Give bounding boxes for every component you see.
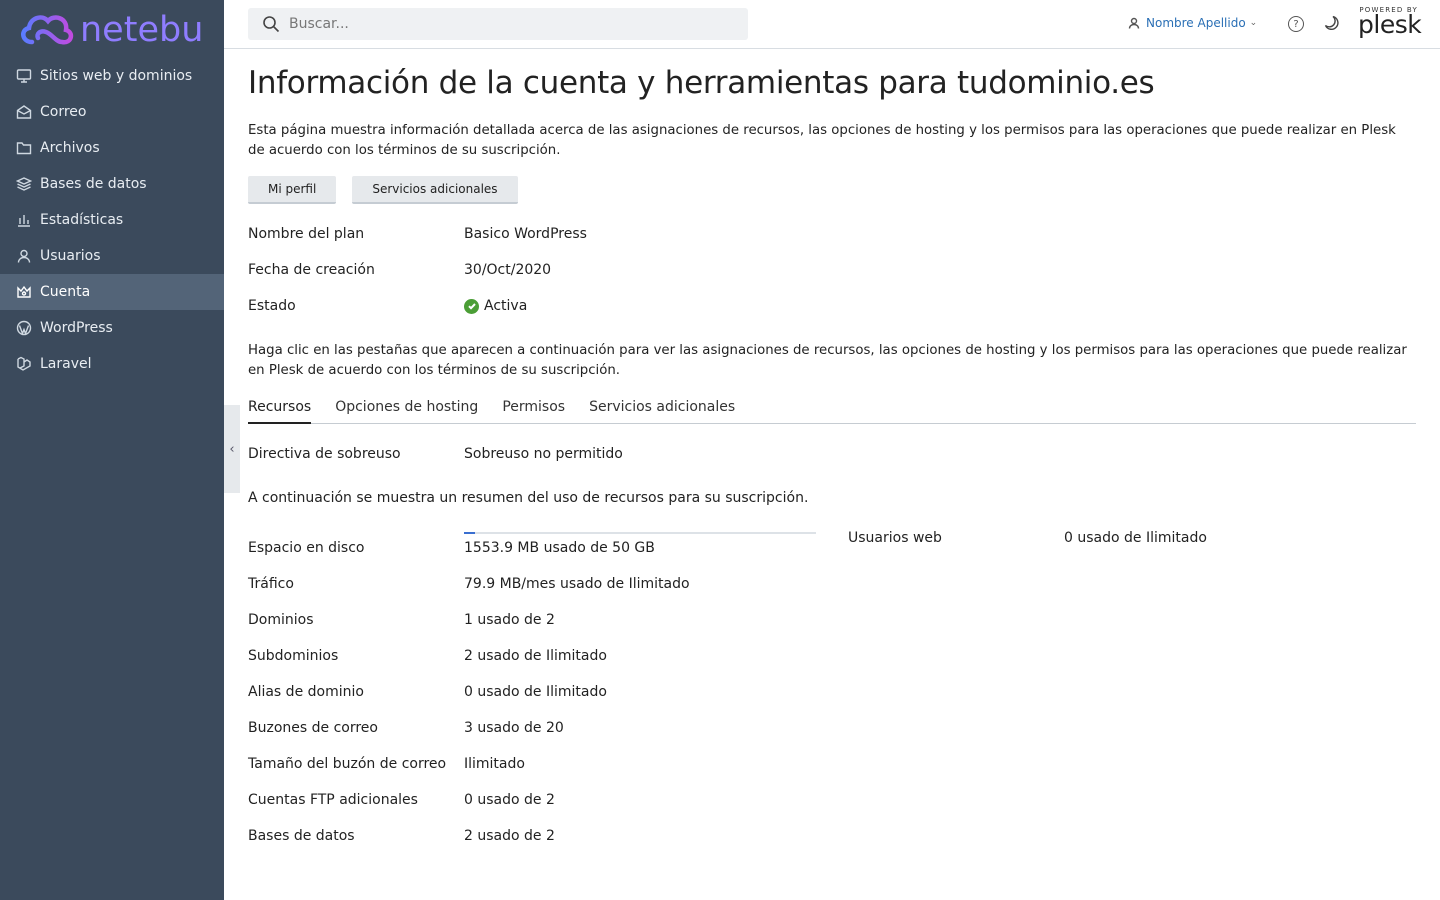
sidebar-item-label: WordPress: [40, 320, 113, 336]
resource-label: Buzones de correo: [248, 720, 378, 736]
chevron-left-icon: ‹: [229, 441, 235, 457]
sidebar: netebu Sitios web y dominios Correo Arch…: [0, 0, 224, 900]
resource-label: Subdominios: [248, 648, 339, 664]
sidebar-item-label: Sitios web y dominios: [40, 68, 193, 84]
status-value: Activa: [464, 298, 527, 314]
my-profile-button[interactable]: Mi perfil: [248, 176, 337, 204]
resource-value: 0 usado de 2: [464, 792, 555, 808]
sidebar-collapse-handle[interactable]: ‹: [224, 405, 240, 493]
disk-usage-progress-fill: [464, 532, 475, 534]
resource-value: 79.9 MB/mes usado de Ilimitado: [464, 576, 690, 592]
user-icon: [1128, 17, 1140, 29]
monitor-icon: [15, 67, 33, 85]
search-icon: [263, 16, 280, 33]
page-description: Esta página muestra información detallad…: [248, 123, 1396, 158]
plesk-logo: POWERED BY plesk: [1358, 6, 1422, 39]
resource-label: Bases de datos: [248, 828, 355, 844]
check-circle-icon: [464, 298, 479, 314]
cloud-logo-icon: [21, 15, 74, 45]
sidebar-item-websites[interactable]: Sitios web y dominios: [0, 58, 224, 94]
folder-icon: [15, 139, 33, 157]
resource-value: 3 usado de 20: [464, 720, 564, 736]
help-glyph: ?: [1293, 18, 1299, 30]
mail-icon: [15, 103, 33, 121]
user-icon: [15, 247, 33, 265]
web-users-value: 0 usado de Ilimitado: [1064, 530, 1207, 546]
sidebar-item-account[interactable]: Cuenta: [0, 274, 224, 310]
status-label: Estado: [248, 298, 296, 314]
tab-bar: Recursos Opciones de hosting Permisos Se…: [248, 399, 1416, 424]
resource-value: Ilimitado: [464, 756, 525, 772]
wordpress-icon: [15, 319, 33, 337]
sidebar-item-laravel[interactable]: Laravel: [0, 346, 224, 382]
sidebar-item-label: Cuenta: [40, 284, 91, 300]
database-icon: [15, 175, 33, 193]
sidebar-item-users[interactable]: Usuarios: [0, 238, 224, 274]
sidebar-item-label: Bases de datos: [40, 176, 147, 192]
resource-label: Cuentas FTP adicionales: [248, 792, 418, 808]
sidebar-item-label: Usuarios: [40, 248, 101, 264]
sidebar-item-statistics[interactable]: Estadísticas: [0, 202, 224, 238]
topbar: Nombre Apellido ⌄ ? POWERED BY plesk: [224, 0, 1440, 49]
created-value: 30/Oct/2020: [464, 262, 552, 278]
sidebar-nav: Sitios web y dominios Correo Archivos Ba…: [0, 58, 224, 382]
page-title: Información de la cuenta y herramientas …: [248, 65, 1155, 101]
resource-label: Espacio en disco: [248, 540, 365, 556]
resource-value: 0 usado de Ilimitado: [464, 684, 607, 700]
resource-value: 1553.9 MB usado de 50 GB: [464, 540, 655, 556]
resource-value: 2 usado de 2: [464, 828, 555, 844]
bar-chart-icon: [15, 211, 33, 229]
resource-value: 1 usado de 2: [464, 612, 555, 628]
user-menu[interactable]: Nombre Apellido ⌄: [1128, 16, 1257, 30]
tab-hosting-options[interactable]: Opciones de hosting: [335, 399, 478, 424]
sidebar-item-label: Correo: [40, 104, 87, 120]
tab-additional-services[interactable]: Servicios adicionales: [589, 399, 735, 424]
sidebar-item-databases[interactable]: Bases de datos: [0, 166, 224, 202]
sidebar-item-mail[interactable]: Correo: [0, 94, 224, 130]
resource-value: 2 usado de Ilimitado: [464, 648, 607, 664]
plan-value: Basico WordPress: [464, 226, 587, 242]
action-buttons: Mi perfil Servicios adicionales: [248, 176, 518, 204]
resource-label: Tráfico: [248, 576, 294, 592]
sidebar-item-label: Archivos: [40, 140, 100, 156]
tab-permissions[interactable]: Permisos: [502, 399, 565, 424]
plan-label: Nombre del plan: [248, 226, 365, 242]
brand-logo[interactable]: netebu: [18, 6, 203, 54]
chevron-down-icon: ⌄: [1249, 18, 1258, 28]
overuse-label: Directiva de sobreuso: [248, 446, 401, 462]
crown-icon: [15, 283, 33, 301]
resource-label: Dominios: [248, 612, 314, 628]
brand-name: netebu: [80, 9, 204, 50]
sidebar-item-files[interactable]: Archivos: [0, 130, 224, 166]
resource-label: Alias de dominio: [248, 684, 364, 700]
resources-summary: A continuación se muestra un resumen del…: [248, 490, 809, 506]
status-text: Activa: [484, 298, 528, 314]
additional-services-button[interactable]: Servicios adicionales: [352, 176, 518, 204]
disk-usage-progress-bar: [464, 532, 816, 534]
created-label: Fecha de creación: [248, 262, 375, 278]
laravel-icon: [15, 355, 33, 373]
resource-label: Tamaño del buzón de correo: [248, 756, 447, 772]
search-box[interactable]: [248, 8, 748, 40]
user-name: Nombre Apellido: [1146, 16, 1246, 30]
overuse-value: Sobreuso no permitido: [464, 446, 623, 462]
sidebar-item-label: Laravel: [40, 356, 92, 372]
search-input[interactable]: [289, 16, 729, 32]
tabs-hint: Haga clic en las pestañas que aparecen a…: [248, 343, 1407, 378]
sidebar-item-label: Estadísticas: [40, 212, 124, 228]
moon-icon[interactable]: [1322, 14, 1340, 32]
web-users-label: Usuarios web: [848, 530, 942, 546]
sidebar-item-wordpress[interactable]: WordPress: [0, 310, 224, 346]
tab-resources[interactable]: Recursos: [248, 399, 312, 424]
help-icon[interactable]: ?: [1288, 16, 1304, 32]
plesk-wordmark: plesk: [1358, 10, 1422, 39]
